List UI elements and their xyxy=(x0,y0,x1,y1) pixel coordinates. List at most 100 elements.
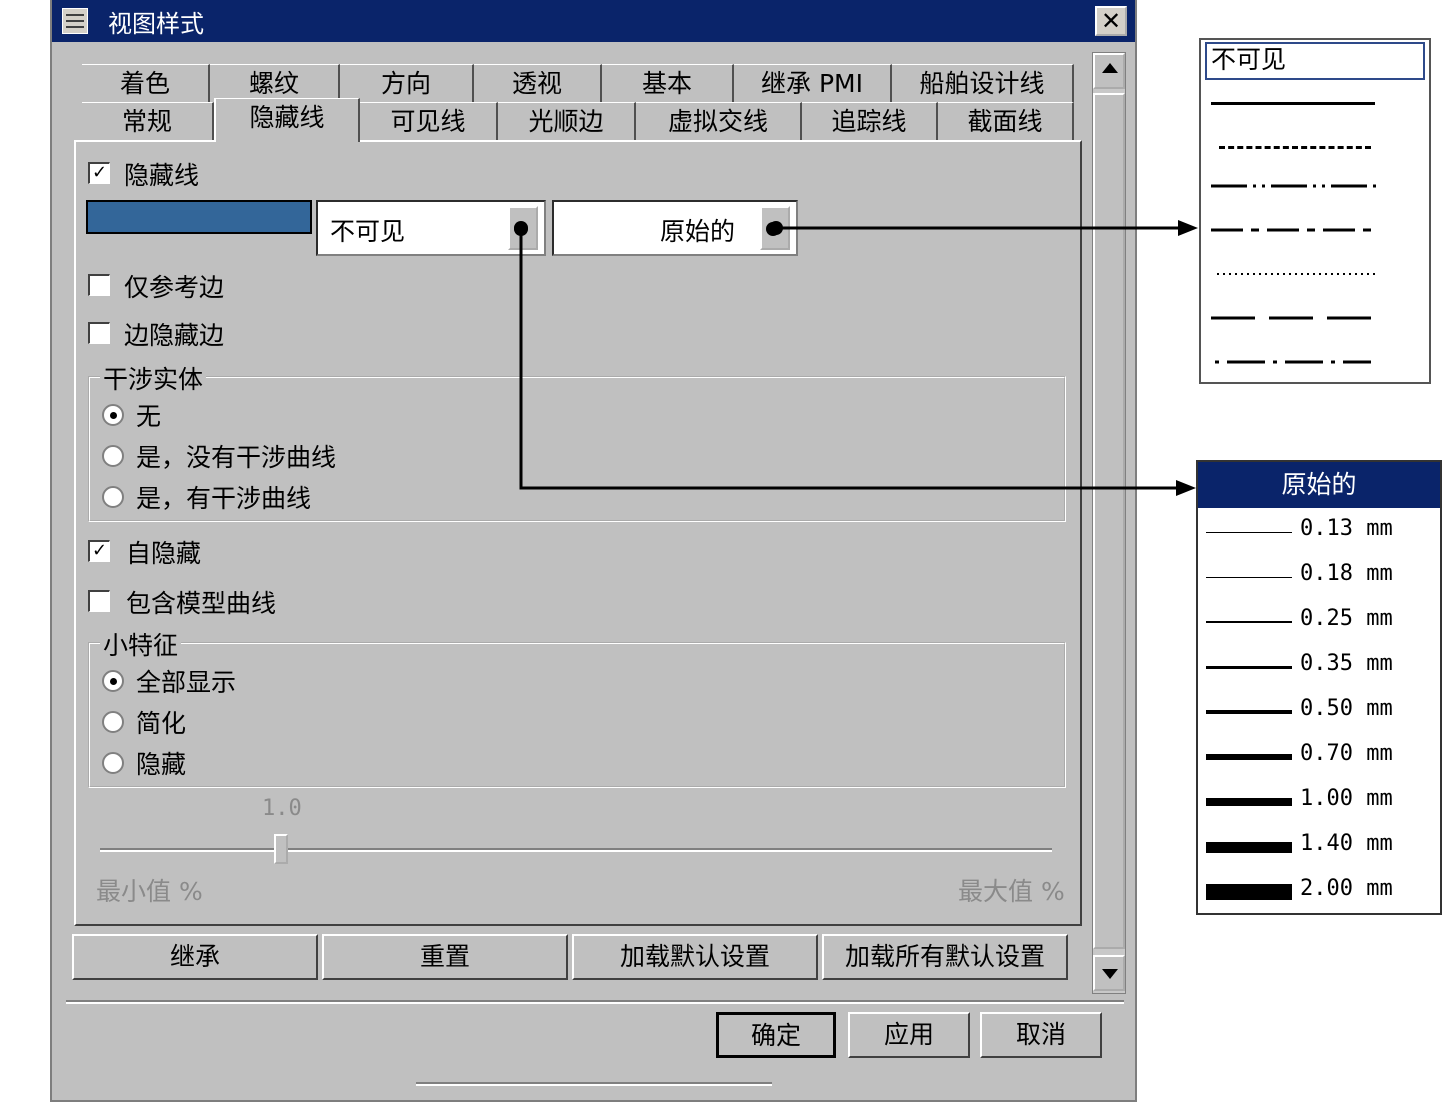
line-type-dotted[interactable] xyxy=(1217,270,1375,278)
chevron-down-icon xyxy=(514,222,528,236)
line-width-label: 0.35 mm xyxy=(1300,651,1393,676)
line-type-arrow-button[interactable] xyxy=(508,206,538,250)
interference-radio-with-curves[interactable] xyxy=(102,486,124,508)
slider-track[interactable] xyxy=(100,848,1052,852)
color-swatch[interactable] xyxy=(86,200,312,234)
small-features-radio-simplify-label: 简化 xyxy=(136,709,187,738)
line-type-dash-dot[interactable] xyxy=(1215,358,1371,366)
title-bar[interactable]: 视图样式 ✕ xyxy=(52,0,1135,42)
tab-general[interactable]: 常规 xyxy=(82,102,214,140)
edge-hidden-checkbox[interactable] xyxy=(88,322,110,344)
slider-value: 1.0 xyxy=(262,796,302,821)
slider-thumb[interactable] xyxy=(273,834,288,864)
tab-ship-design-lines[interactable]: 船舶设计线 xyxy=(892,64,1074,102)
line-width-sample xyxy=(1206,576,1292,578)
self-hidden-checkbox[interactable]: ✓ xyxy=(88,540,110,562)
line-width-label: 2.00 mm xyxy=(1300,876,1393,901)
load-all-defaults-button[interactable]: 加载所有默认设置 xyxy=(822,934,1068,980)
line-width-value: 原始的 xyxy=(660,217,736,246)
tab-smooth-edges[interactable]: 光顺边 xyxy=(498,102,636,140)
tab-section-lines[interactable]: 截面线 xyxy=(938,102,1074,140)
line-width-option[interactable]: 1.40 mm xyxy=(1198,825,1443,869)
line-type-long-dash[interactable] xyxy=(1211,314,1377,322)
small-features-radio-hide[interactable] xyxy=(102,752,124,774)
tab-shading[interactable]: 着色 xyxy=(82,64,210,102)
interference-radio-with-curves-label: 是，有干涉曲线 xyxy=(136,484,312,513)
line-width-sample xyxy=(1206,710,1292,714)
line-width-option[interactable]: 2.00 mm xyxy=(1198,870,1443,914)
apply-button[interactable]: 应用 xyxy=(848,1012,970,1058)
chevron-down-icon xyxy=(766,222,780,236)
tab-virtual-intersections[interactable]: 虚拟交线 xyxy=(636,102,802,140)
reset-button[interactable]: 重置 xyxy=(322,934,568,980)
include-model-curves-checkbox[interactable] xyxy=(88,590,110,612)
small-features-radio-hide-label: 隐藏 xyxy=(136,750,187,779)
line-type-long-dash-dot[interactable] xyxy=(1211,226,1377,234)
interference-radio-none-label: 无 xyxy=(136,402,162,431)
interference-radio-no-curves-label: 是，没有干涉曲线 xyxy=(136,443,337,472)
line-type-dropdown[interactable]: 不可见 xyxy=(316,200,546,256)
line-width-option[interactable]: 0.70 mm xyxy=(1198,735,1443,779)
tab-panel xyxy=(74,140,1082,926)
hidden-lines-checkbox[interactable]: ✓ xyxy=(88,162,110,184)
arrow-down-icon xyxy=(1102,969,1118,979)
line-width-sample xyxy=(1206,621,1292,623)
line-width-sample xyxy=(1206,531,1292,533)
line-width-sample xyxy=(1206,665,1292,669)
line-width-dropdown[interactable]: 原始的 xyxy=(552,200,798,256)
view-style-dialog: 视图样式 ✕ 着色 螺纹 方向 透视 基本 继承 PMI 船舶设计线 常规 隐藏… xyxy=(50,0,1137,1102)
line-width-option[interactable]: 0.25 mm xyxy=(1198,600,1443,644)
small-features-group-title: 小特征 xyxy=(100,626,182,662)
tab-inherit-pmi[interactable]: 继承 PMI xyxy=(734,64,892,102)
tab-visible-lines[interactable]: 可见线 xyxy=(360,102,498,140)
window-title: 视图样式 xyxy=(108,10,204,38)
line-width-label: 1.00 mm xyxy=(1300,786,1393,811)
line-width-option[interactable]: 0.18 mm xyxy=(1198,555,1443,599)
line-width-popup-header[interactable]: 原始的 xyxy=(1198,462,1440,508)
line-width-sample xyxy=(1206,754,1292,760)
tab-hidden-lines[interactable]: 隐藏线 xyxy=(214,98,360,142)
line-width-option[interactable]: 0.50 mm xyxy=(1198,690,1443,734)
line-width-label: 0.25 mm xyxy=(1300,606,1393,631)
cancel-button[interactable]: 取消 xyxy=(980,1012,1102,1058)
line-width-popup: 原始的 0.13 mm 0.18 mm 0.25 mm 0.35 mm 0.50 mm 0… xyxy=(1196,460,1442,915)
interference-radio-no-curves[interactable] xyxy=(102,445,124,467)
line-type-dashed[interactable] xyxy=(1219,146,1371,149)
line-type-long-dash-double-dot[interactable] xyxy=(1211,182,1377,190)
line-width-option[interactable]: 0.13 mm xyxy=(1198,510,1443,554)
interference-radio-none[interactable] xyxy=(102,404,124,426)
line-width-option[interactable]: 1.00 mm xyxy=(1198,780,1443,824)
tab-perspective[interactable]: 透视 xyxy=(474,64,602,102)
scroll-down-button[interactable] xyxy=(1093,955,1125,991)
small-features-radio-show-all-label: 全部显示 xyxy=(136,668,237,697)
self-hidden-label: 自隐藏 xyxy=(126,539,202,568)
line-type-popup-selected[interactable]: 不可见 xyxy=(1205,42,1425,80)
scroll-thumb[interactable] xyxy=(1093,93,1125,949)
small-features-radio-show-all[interactable] xyxy=(102,670,124,692)
load-defaults-button[interactable]: 加载默认设置 xyxy=(572,934,818,980)
line-width-arrow-button[interactable] xyxy=(760,206,790,250)
tab-basic[interactable]: 基本 xyxy=(602,64,734,102)
window-menu-icon[interactable] xyxy=(62,8,88,34)
footer-separator xyxy=(66,1000,1124,1004)
line-type-value: 不可见 xyxy=(330,217,406,246)
scroll-up-button[interactable] xyxy=(1093,53,1125,89)
edge-hidden-label: 边隐藏边 xyxy=(124,321,225,350)
line-width-label: 1.40 mm xyxy=(1300,831,1393,856)
tab-tracelines[interactable]: 追踪线 xyxy=(802,102,938,140)
arrow-up-icon xyxy=(1102,63,1118,73)
tab-orientation[interactable]: 方向 xyxy=(340,64,474,102)
line-width-option[interactable]: 0.35 mm xyxy=(1198,645,1443,689)
line-width-sample xyxy=(1206,884,1292,900)
close-button[interactable]: ✕ xyxy=(1095,6,1127,36)
tab-thread[interactable]: 螺纹 xyxy=(210,64,340,102)
ok-button[interactable]: 确定 xyxy=(716,1012,836,1058)
resize-grip[interactable] xyxy=(416,1082,772,1086)
ref-edges-only-checkbox[interactable] xyxy=(88,274,110,296)
line-width-label: 0.13 mm xyxy=(1300,516,1393,541)
vertical-scrollbar[interactable] xyxy=(1092,52,1126,994)
line-type-solid[interactable] xyxy=(1211,102,1375,105)
small-features-radio-simplify[interactable] xyxy=(102,711,124,733)
hidden-lines-label: 隐藏线 xyxy=(124,161,200,190)
inherit-button[interactable]: 继承 xyxy=(72,934,318,980)
